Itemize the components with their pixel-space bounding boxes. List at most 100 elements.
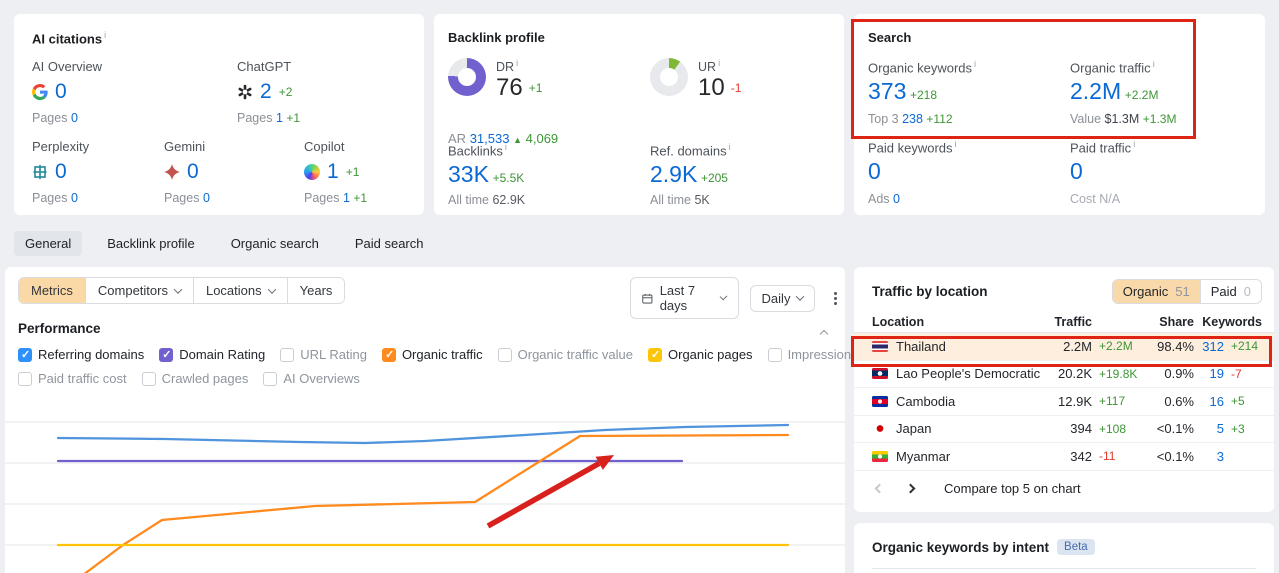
organic-traffic-block: Organic traffic i 2.2M +2.2M Value $1.3M … — [1070, 59, 1177, 127]
info-icon[interactable]: i — [718, 58, 720, 68]
dr-value: 76 — [496, 74, 523, 102]
table-row-laos[interactable]: Lao People's Democratic Reput 20.2K +19.… — [854, 361, 1274, 388]
google-icon — [32, 84, 48, 100]
checkbox-organic-traffic[interactable]: Organic traffic — [381, 347, 483, 362]
toggle-organic[interactable]: Organic 51 — [1112, 280, 1200, 303]
info-icon[interactable]: i — [516, 58, 518, 68]
ai-item-gemini: Gemini 0 Pages 0 — [164, 139, 210, 205]
info-icon[interactable]: i — [1153, 59, 1155, 69]
keywords-link[interactable]: 19 — [1194, 366, 1224, 381]
chatgpt-count[interactable]: 2 — [260, 80, 272, 104]
organic-traffic-value[interactable]: 2.2M — [1070, 78, 1121, 104]
checkbox-icon — [381, 347, 396, 362]
chart-line-referring-domains — [56, 423, 790, 445]
date-range-button[interactable]: Last 7 days — [630, 277, 739, 319]
pages-count[interactable]: 0 — [71, 191, 78, 205]
info-icon[interactable]: i — [955, 139, 957, 149]
keywords-link[interactable]: 3 — [1194, 449, 1224, 464]
backlink-profile-card: Backlink profile DR i 76 +1 AR 31,533 ▲ 4,… — [434, 14, 844, 215]
pages-count[interactable]: 1 — [276, 111, 283, 125]
thailand-flag — [872, 340, 888, 352]
ai-overview-count[interactable]: 0 — [55, 80, 67, 104]
checkbox-icon — [280, 347, 295, 362]
table-row-thailand[interactable]: Thailand 2.2M +2.2M 98.4% 312 +214 — [854, 333, 1274, 361]
checkbox-organic-traffic-value[interactable]: Organic traffic value — [497, 347, 633, 362]
checkbox-referring-domains[interactable]: Referring domains — [18, 347, 144, 362]
ref-domains-value[interactable]: 2.9K — [650, 161, 697, 187]
checkbox-icon — [159, 347, 174, 362]
chevron-down-icon — [796, 292, 805, 301]
tab-backlink-profile[interactable]: Backlink profile — [96, 231, 205, 256]
info-icon[interactable]: i — [974, 59, 976, 69]
keywords-link[interactable]: 16 — [1194, 394, 1224, 409]
tab-general[interactable]: General — [14, 231, 83, 256]
traffic-by-location-title: Traffic by location — [872, 284, 988, 299]
collapse-section-button[interactable] — [819, 325, 829, 340]
perplexity-count[interactable]: 0 — [55, 160, 67, 184]
keywords-by-intent-card: Organic keywords by intent Beta — [854, 523, 1274, 573]
chevron-up-icon — [819, 329, 829, 339]
keywords-by-intent-title: Organic keywords by intent — [872, 539, 1050, 555]
pages-count[interactable]: 0 — [203, 191, 210, 205]
pages-count[interactable]: 1 — [343, 191, 350, 205]
paid-traffic-value[interactable]: 0 — [1070, 158, 1083, 184]
chevron-right-icon — [905, 483, 916, 494]
beta-badge: Beta — [1057, 539, 1095, 555]
segment-metrics[interactable]: Metrics — [19, 278, 85, 303]
paid-keywords-value[interactable]: 0 — [868, 158, 881, 184]
segment-years[interactable]: Years — [286, 278, 345, 303]
segment-locations[interactable]: Locations — [192, 278, 287, 303]
dr-block: DR i 76 +1 — [448, 58, 542, 102]
chatgpt-icon — [238, 84, 252, 100]
info-icon[interactable]: i — [104, 30, 106, 40]
cambodia-flag — [872, 395, 888, 407]
info-icon[interactable]: i — [505, 142, 507, 152]
checkbox-impressions[interactable]: Impressions — [767, 347, 858, 362]
info-icon[interactable]: i — [729, 142, 731, 152]
checkbox-url-rating[interactable]: URL Rating — [280, 347, 367, 362]
checkbox-icon — [18, 347, 32, 362]
search-title: Search — [868, 30, 912, 45]
toggle-paid[interactable]: Paid 0 — [1199, 280, 1261, 303]
checkbox-icon — [263, 371, 278, 386]
table-row-myanmar[interactable]: Myanmar 342 -11 <0.1% 3 — [854, 443, 1274, 471]
chevron-down-icon — [267, 284, 276, 294]
backlink-profile-title: Backlink profile — [448, 30, 545, 45]
compare-top5-link[interactable]: Compare top 5 on chart — [944, 481, 1081, 496]
checkbox-paid-traffic-cost[interactable]: Paid traffic cost — [18, 371, 127, 386]
performance-line-chart[interactable] — [5, 389, 845, 573]
checkbox-crawled-pages[interactable]: Crawled pages — [141, 371, 248, 386]
organic-keywords-value[interactable]: 373 — [868, 78, 906, 104]
keywords-link[interactable]: 312 — [1194, 339, 1224, 354]
checkbox-organic-pages[interactable]: Organic pages — [648, 347, 753, 362]
ai-item-chatgpt: ChatGPT 2 +2 Pages 1 +1 — [237, 59, 301, 125]
pages-count[interactable]: 0 — [71, 111, 78, 125]
top3-value[interactable]: 238 — [902, 112, 923, 126]
tab-organic-search[interactable]: Organic search — [220, 231, 330, 256]
prev-page-button[interactable] — [872, 481, 887, 496]
checkbox-ai-overviews[interactable]: AI Overviews — [263, 371, 360, 386]
table-row-japan[interactable]: Japan 394 +108 <0.1% 5 +3 — [854, 416, 1274, 443]
dr-donut — [448, 58, 486, 96]
calendar-icon — [642, 293, 653, 304]
backlinks-value[interactable]: 33K — [448, 161, 489, 187]
gemini-count[interactable]: 0 — [187, 160, 199, 184]
info-icon[interactable]: i — [1133, 139, 1135, 149]
gemini-icon — [164, 164, 180, 180]
performance-card: Metrics Competitors Locations Years Last… — [5, 267, 954, 573]
table-row-cambodia[interactable]: Cambodia 12.9K +117 0.6% 16 +5 — [854, 388, 1274, 416]
japan-flag — [872, 423, 888, 435]
checkbox-domain-rating[interactable]: Domain Rating — [159, 347, 265, 362]
more-options-icon[interactable] — [834, 296, 837, 300]
chevron-down-icon — [173, 284, 183, 294]
granularity-button[interactable]: Daily — [749, 284, 816, 312]
next-page-button[interactable] — [903, 481, 918, 496]
keywords-link[interactable]: 5 — [1194, 421, 1224, 436]
performance-heading: Performance — [18, 321, 101, 336]
copilot-count[interactable]: 1 — [327, 160, 339, 184]
segment-competitors[interactable]: Competitors — [84, 278, 193, 303]
copilot-icon — [304, 164, 320, 180]
tab-paid-search[interactable]: Paid search — [344, 231, 435, 256]
search-card: Search Organic keywords i 373 +218 Top 3 … — [854, 14, 1265, 215]
metric-checkbox-row-1: Referring domains Domain Rating URL Rati… — [18, 347, 954, 362]
